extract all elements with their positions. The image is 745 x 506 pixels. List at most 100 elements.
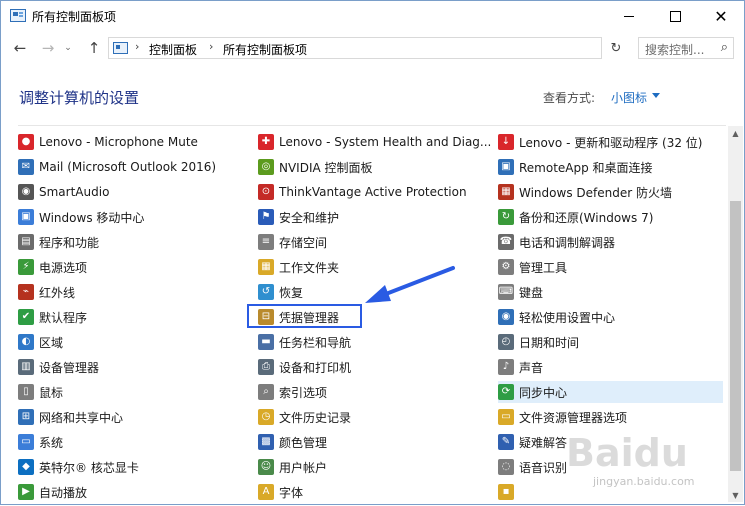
- control-panel-item[interactable]: ▭ 系统: [18, 431, 243, 453]
- device-manager-icon: ▥: [18, 359, 34, 375]
- control-panel-item-label: 文件历史记录: [279, 410, 352, 425]
- control-panel-item-label: 颜色管理: [279, 435, 328, 450]
- address-bar[interactable]: › 控制面板 › 所有控制面板项: [108, 37, 602, 59]
- devices-printers-icon: ⎙: [258, 359, 274, 375]
- control-panel-item[interactable]: ⟳ 同步中心: [498, 381, 723, 403]
- control-panel-item[interactable]: ≡ 存储空间: [258, 231, 483, 253]
- control-panel-item[interactable]: ⚡ 电源选项: [18, 256, 243, 278]
- control-panel-item[interactable]: ◉ SmartAudio: [18, 181, 243, 203]
- control-panel-item[interactable]: ▬ 任务栏和导航: [258, 331, 483, 353]
- control-panel-item-label: 用户帐户: [279, 460, 328, 475]
- control-panel-item-label: ThinkVantage Active Protection: [279, 185, 467, 199]
- scrollbar-thumb[interactable]: [730, 201, 741, 471]
- intel-graphics-icon: ◆: [18, 459, 34, 475]
- view-by-dropdown[interactable]: 小图标: [611, 89, 647, 106]
- admin-tools-icon: ⚙: [498, 259, 514, 275]
- control-panel-item[interactable]: ⊙ ThinkVantage Active Protection: [258, 181, 483, 203]
- minimize-button[interactable]: [606, 1, 652, 32]
- control-panel-item[interactable]: ▦ Windows Defender 防火墙: [498, 181, 723, 203]
- control-panel-item[interactable]: ⊞ 网络和共享中心: [18, 406, 243, 428]
- mail-icon: ✉: [18, 159, 34, 175]
- control-panel-item[interactable]: ▶ 自动播放: [18, 481, 243, 503]
- control-panel-item-label: 管理工具: [519, 260, 568, 275]
- control-panel-item-label: 备份和还原(Windows 7): [519, 210, 654, 225]
- control-panel-item[interactable]: A 字体: [258, 481, 483, 503]
- back-arrow-icon: ←: [13, 39, 27, 57]
- scroll-down-icon[interactable]: ▼: [728, 488, 743, 503]
- region-icon: ◐: [18, 334, 34, 350]
- control-panel-item[interactable]: ☎ 电话和调制解调器: [498, 231, 723, 253]
- breadcrumb-control-panel[interactable]: 控制面板: [149, 41, 197, 58]
- control-panel-item[interactable]: ▭ 文件资源管理器选项: [498, 406, 723, 428]
- control-panel-item[interactable]: ◆ 英特尔® 核芯显卡: [18, 456, 243, 478]
- control-panel-item[interactable]: ◴ 日期和时间: [498, 331, 723, 353]
- search-input[interactable]: 搜索控制... ⌕: [638, 37, 734, 59]
- control-panel-item[interactable]: ⎙ 设备和打印机: [258, 356, 483, 378]
- control-panel-item[interactable]: ↓ Lenovo - 更新和驱动程序 (32 位): [498, 131, 723, 153]
- infrared-icon: ⌁: [18, 284, 34, 300]
- title-bar: 所有控制面板项 ✕: [1, 1, 744, 32]
- recent-locations-button[interactable]: ⌄: [61, 37, 75, 59]
- control-panel-item-label: 同步中心: [519, 385, 568, 400]
- maximize-button[interactable]: [652, 1, 698, 32]
- breadcrumb-separator-icon: ›: [135, 40, 140, 53]
- control-panel-item[interactable]: ⌁ 红外线: [18, 281, 243, 303]
- scroll-up-icon[interactable]: ▲: [728, 126, 743, 141]
- control-panel-item[interactable]: ⌕ 索引选项: [258, 381, 483, 403]
- close-button[interactable]: ✕: [698, 1, 744, 32]
- control-panel-item-label: 电话和调制解调器: [519, 235, 616, 250]
- control-panel-item-label: 轻松使用设置中心: [519, 310, 616, 325]
- up-button[interactable]: ↑: [83, 37, 105, 59]
- forward-button[interactable]: →: [37, 37, 59, 59]
- control-panel-icon: [113, 42, 128, 54]
- control-panel-item[interactable]: ✉ Mail (Microsoft Outlook 2016): [18, 156, 243, 178]
- breadcrumb-all-items[interactable]: 所有控制面板项: [223, 41, 307, 58]
- control-panel-item[interactable]: ↺ 恢复: [258, 281, 483, 303]
- control-panel-item-label: Windows Defender 防火墙: [519, 185, 672, 200]
- view-by-label: 查看方式:: [543, 91, 596, 105]
- fonts-icon: A: [258, 484, 274, 500]
- control-panel-item-label: 设备管理器: [39, 360, 100, 375]
- control-panel-item[interactable]: ⌨ 键盘: [498, 281, 723, 303]
- control-panel-item[interactable]: ↻ 备份和还原(Windows 7): [498, 206, 723, 228]
- control-panel-item-label: 系统: [39, 435, 64, 450]
- divider: [18, 125, 726, 126]
- control-panel-item[interactable]: ✚ Lenovo - System Health and Diag...: [258, 131, 491, 153]
- control-panel-item[interactable]: ☺ 用户帐户: [258, 456, 483, 478]
- mobility-center-icon: ▣: [18, 209, 34, 225]
- control-panel-item-label: 恢复: [279, 285, 304, 300]
- control-panel-item[interactable]: ◎ NVIDIA 控制面板: [258, 156, 483, 178]
- control-panel-item[interactable]: ◷ 文件历史记录: [258, 406, 483, 428]
- nvidia-icon: ◎: [258, 159, 274, 175]
- caret-down-icon[interactable]: [652, 93, 660, 98]
- sound-icon: ♪: [498, 359, 514, 375]
- control-panel-item[interactable]: ▥ 设备管理器: [18, 356, 243, 378]
- page-title: 调整计算机的设置: [19, 89, 140, 107]
- control-panel-item[interactable]: ▯ 鼠标: [18, 381, 243, 403]
- control-panel-item-label: 默认程序: [39, 310, 88, 325]
- control-panel-item[interactable]: ▦ 工作文件夹: [258, 256, 483, 278]
- control-panel-item-label: 存储空间: [279, 235, 328, 250]
- programs-icon: ▤: [18, 234, 34, 250]
- control-panel-icon: [10, 9, 26, 22]
- control-panel-item-label: SmartAudio: [39, 185, 110, 199]
- control-panel-item-label: 任务栏和导航: [279, 335, 352, 350]
- control-panel-item[interactable]: ▣ Windows 移动中心: [18, 206, 243, 228]
- control-panel-item[interactable]: ◐ 区域: [18, 331, 243, 353]
- control-panel-item-label: 网络和共享中心: [39, 410, 124, 425]
- control-panel-item[interactable]: ● Lenovo - Microphone Mute: [18, 131, 243, 153]
- control-panel-item[interactable]: ▤ 程序和功能: [18, 231, 243, 253]
- control-panel-item[interactable]: ▩ 颜色管理: [258, 431, 483, 453]
- control-panel-item[interactable]: ✔ 默认程序: [18, 306, 243, 328]
- back-button[interactable]: ←: [9, 37, 31, 59]
- chevron-down-icon: ⌄: [64, 43, 72, 53]
- control-panel-item[interactable]: ⚙ 管理工具: [498, 256, 723, 278]
- control-panel-item[interactable]: ♪ 声音: [498, 356, 723, 378]
- control-panel-item[interactable]: ▣ RemoteApp 和桌面连接: [498, 156, 723, 178]
- refresh-button[interactable]: ↻: [606, 37, 626, 59]
- security-flag-icon: ⚑: [258, 209, 274, 225]
- control-panel-item[interactable]: ⚑ 安全和维护: [258, 206, 483, 228]
- control-panel-item-label: 索引选项: [279, 385, 328, 400]
- control-panel-item[interactable]: ◉ 轻松使用设置中心: [498, 306, 723, 328]
- default-programs-icon: ✔: [18, 309, 34, 325]
